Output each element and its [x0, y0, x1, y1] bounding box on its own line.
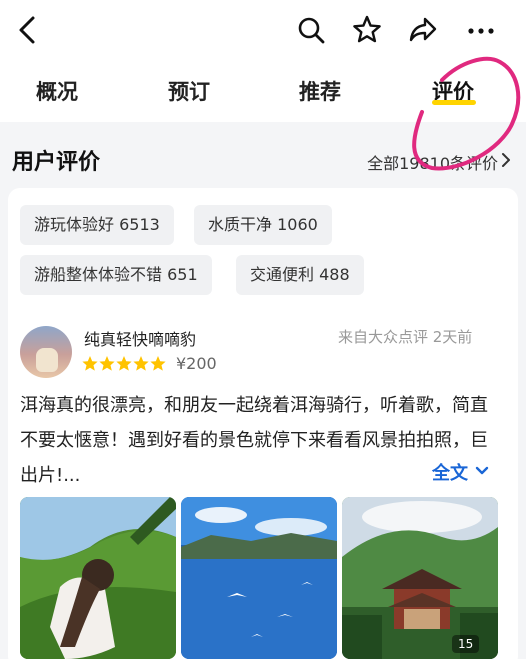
review-tag[interactable]: 游船整体体验不错 651	[20, 255, 212, 295]
tab-bar: 概况 预订 推荐 评价	[0, 62, 526, 122]
price-per-person: ¥200	[176, 354, 217, 373]
review-photo[interactable]	[181, 497, 337, 659]
avatar[interactable]	[20, 326, 72, 378]
review-tag[interactable]: 水质干净 1060	[194, 205, 332, 245]
all-reviews-link[interactable]: 全部19810条评价	[367, 150, 498, 174]
review-photo[interactable]	[20, 497, 176, 659]
review-tag[interactable]: 游玩体验好 6513	[20, 205, 174, 245]
chevron-right-icon[interactable]	[500, 151, 512, 169]
tab-booking[interactable]: 预订	[168, 76, 210, 106]
star-icon	[150, 356, 166, 371]
top-bar	[0, 0, 526, 62]
star-icon	[82, 356, 98, 371]
avatar-figure	[36, 348, 58, 372]
star-icon	[116, 356, 132, 371]
share-icon[interactable]	[408, 14, 438, 46]
star-icon[interactable]	[352, 14, 382, 46]
back-arrow-icon[interactable]	[14, 14, 40, 46]
reviewer-name[interactable]: 纯真轻快嘀嘀豹	[84, 326, 196, 350]
tab-overview[interactable]: 概况	[36, 76, 78, 106]
star-icon	[99, 356, 115, 371]
chevron-down-icon[interactable]	[474, 464, 490, 478]
star-icon	[133, 356, 149, 371]
section-title: 用户评价	[12, 150, 101, 175]
tab-recommend[interactable]: 推荐	[299, 76, 341, 106]
active-tab-indicator	[432, 100, 476, 105]
review-source: 来自大众点评 2天前	[338, 328, 473, 346]
rating-stars	[82, 356, 166, 371]
photo-count-badge[interactable]: 15	[452, 635, 480, 653]
review-tag[interactable]: 交通便利 488	[236, 255, 364, 295]
more-icon[interactable]	[466, 14, 496, 46]
review-text[interactable]: 洱海真的很漂亮，和朋友一起绕着洱海骑行，听着歌，简直不要太惬意！遇到好看的景色就…	[20, 388, 500, 493]
full-text-link[interactable]: 全文	[432, 459, 468, 485]
search-icon[interactable]	[296, 14, 326, 46]
